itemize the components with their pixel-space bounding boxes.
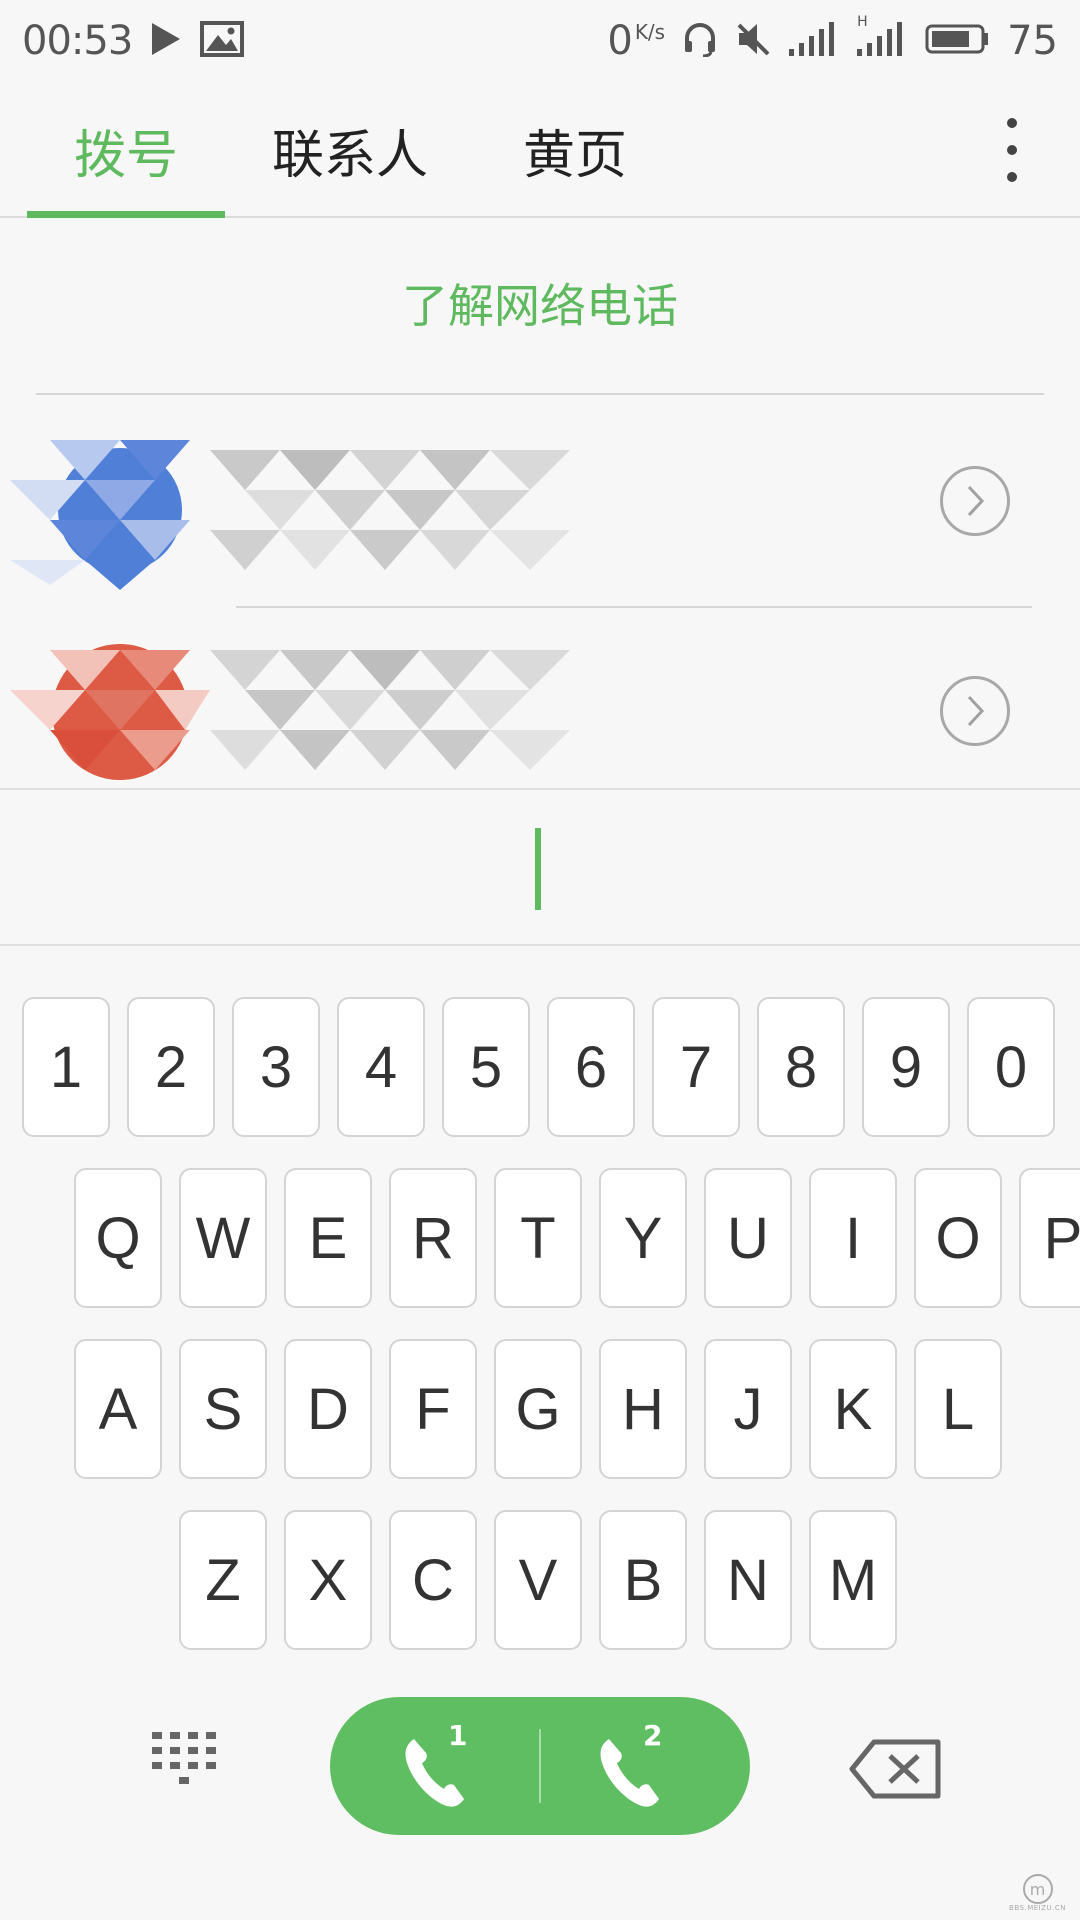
key-y[interactable]: Y: [599, 1168, 687, 1308]
key-z[interactable]: Z: [179, 1510, 267, 1650]
call-button-group: 1 2: [330, 1697, 750, 1835]
key-n[interactable]: N: [704, 1510, 792, 1650]
key-1[interactable]: 1: [22, 997, 110, 1137]
chevron-right-icon[interactable]: [940, 466, 1010, 536]
net-speed-unit: K/s: [634, 20, 666, 44]
tab-active-indicator: [27, 211, 225, 218]
key-3[interactable]: 3: [232, 997, 320, 1137]
tab-yellow-pages-label: 黄页: [522, 125, 627, 186]
dial-number-input[interactable]: [0, 788, 1080, 946]
mute-icon: [735, 21, 771, 61]
dialpad-icon[interactable]: [150, 1730, 220, 1800]
battery-level: 75: [1007, 18, 1058, 64]
key-r[interactable]: R: [389, 1168, 477, 1308]
tab-yellow-pages[interactable]: 黄页: [505, 82, 645, 218]
divider: [36, 393, 1044, 395]
watermark-text: BBS.MEIZU.CN: [1009, 1904, 1066, 1912]
key-d[interactable]: D: [284, 1339, 372, 1479]
image-icon: [200, 21, 245, 61]
watermark: m BBS.MEIZU.CN: [1009, 1874, 1066, 1912]
key-7[interactable]: 7: [652, 997, 740, 1137]
backspace-icon[interactable]: [848, 1738, 942, 1800]
key-s[interactable]: S: [179, 1339, 267, 1479]
key-5[interactable]: 5: [442, 997, 530, 1137]
headset-icon: [683, 21, 717, 61]
key-i[interactable]: I: [809, 1168, 897, 1308]
signal-icon-2: H: [857, 14, 907, 60]
status-time: 00:53: [22, 18, 133, 64]
battery-icon: [925, 22, 989, 60]
key-w[interactable]: W: [179, 1168, 267, 1308]
call-sim2-button[interactable]: 2: [595, 1719, 695, 1815]
avatar: [10, 440, 190, 590]
avatar: [10, 644, 210, 780]
text-cursor: [535, 828, 541, 910]
redacted-name: [210, 450, 570, 570]
key-h[interactable]: H: [599, 1339, 687, 1479]
meizu-logo-icon: m: [1022, 1874, 1053, 1904]
divider: [236, 606, 1032, 608]
key-m[interactable]: M: [809, 1510, 897, 1650]
key-p[interactable]: P: [1019, 1168, 1080, 1308]
dialer-screen: 00:53 0 K/s H 75 拨号 联系人 黄页 了解网络电话 1 2 3 …: [0, 0, 1080, 1920]
key-4[interactable]: 4: [337, 997, 425, 1137]
key-f[interactable]: F: [389, 1339, 477, 1479]
key-k[interactable]: K: [809, 1339, 897, 1479]
status-right: 0 K/s H 75: [607, 14, 1058, 64]
redacted-contact-mosaic: [10, 440, 570, 590]
tab-dial-label: 拨号: [73, 125, 178, 186]
key-t[interactable]: T: [494, 1168, 582, 1308]
tab-bar: 拨号 联系人 黄页: [0, 82, 1080, 218]
more-vert-icon[interactable]: [1000, 118, 1024, 182]
key-8[interactable]: 8: [757, 997, 845, 1137]
net-speed-value: 0: [607, 18, 633, 64]
chevron-right-icon[interactable]: [940, 676, 1010, 746]
key-e[interactable]: E: [284, 1168, 372, 1308]
network-call-link[interactable]: 了解网络电话: [0, 270, 1080, 336]
tab-contacts-label: 联系人: [271, 125, 428, 186]
call-separator: [539, 1729, 541, 1803]
key-b[interactable]: B: [599, 1510, 687, 1650]
tab-dial[interactable]: 拨号: [27, 82, 225, 218]
key-c[interactable]: C: [389, 1510, 477, 1650]
call-sim1-button[interactable]: 1: [400, 1719, 500, 1815]
key-v[interactable]: V: [494, 1510, 582, 1650]
key-9[interactable]: 9: [862, 997, 950, 1137]
tab-contacts[interactable]: 联系人: [250, 82, 450, 218]
key-x[interactable]: X: [284, 1510, 372, 1650]
key-0[interactable]: 0: [967, 997, 1055, 1137]
sim1-label: 1: [448, 1719, 468, 1752]
key-2[interactable]: 2: [127, 997, 215, 1137]
key-j[interactable]: J: [704, 1339, 792, 1479]
key-u[interactable]: U: [704, 1168, 792, 1308]
recent-call-row[interactable]: [0, 410, 1080, 620]
signal-type-label: H: [857, 14, 868, 30]
status-bar: 00:53 0 K/s H 75: [0, 0, 1080, 82]
redacted-name: [210, 650, 570, 770]
play-icon: [150, 21, 182, 61]
key-q[interactable]: Q: [74, 1168, 162, 1308]
key-a[interactable]: A: [74, 1339, 162, 1479]
signal-icon: [789, 22, 839, 60]
key-l[interactable]: L: [914, 1339, 1002, 1479]
key-o[interactable]: O: [914, 1168, 1002, 1308]
net-speed: 0 K/s: [607, 18, 665, 64]
sim2-label: 2: [643, 1719, 663, 1752]
key-6[interactable]: 6: [547, 997, 635, 1137]
status-left: 00:53: [22, 18, 245, 64]
key-g[interactable]: G: [494, 1339, 582, 1479]
